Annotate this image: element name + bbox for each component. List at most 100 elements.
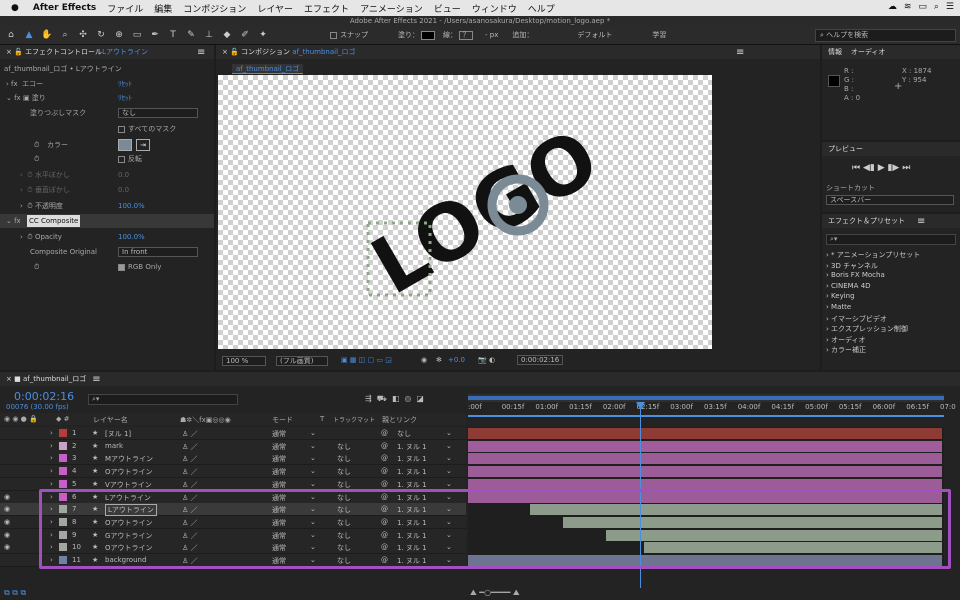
zoom-slider[interactable]: ⛰ ━○━━━━ ⛰ — [470, 588, 520, 598]
composite-original-dropdown[interactable]: In front — [118, 247, 198, 257]
stroke-swatch[interactable]: ？ — [459, 30, 473, 40]
v-feather-row[interactable]: › ⏱ 垂直ぼかし — [20, 184, 70, 196]
layer-duration-bar[interactable] — [468, 440, 942, 452]
cc-opacity-row[interactable]: › ⏱ Opacity — [20, 231, 62, 243]
chevron-right-icon[interactable]: › — [50, 480, 53, 488]
layer-switches[interactable]: ♙ ／ — [182, 454, 198, 464]
pickwhip-icon[interactable]: @ — [381, 429, 388, 437]
eye-icon[interactable]: ◉ — [4, 543, 10, 551]
menu-edit[interactable]: 編集 — [154, 2, 172, 15]
layer-row[interactable]: › 3 ★ Mアウトライン ♙ ／ 通常 ⌄ なし @1. ヌル 1 ⌄ — [0, 452, 466, 466]
preset-item[interactable]: › Matte — [826, 303, 851, 311]
close-icon[interactable]: × — [6, 48, 12, 56]
chevron-down-icon[interactable]: ⌄ — [446, 480, 452, 488]
color-management-icon[interactable]: ◉ — [421, 356, 427, 364]
lock-icon[interactable]: 🔓 — [14, 48, 23, 56]
hand-tool-icon[interactable]: ✋ — [40, 29, 54, 41]
pickwhip-icon[interactable]: @ — [381, 442, 388, 450]
preset-item[interactable]: › オーディオ — [826, 335, 866, 345]
timeline-switch-icons[interactable]: ⇶ ⛟ ◧ ⌾ ◪ — [365, 394, 424, 404]
stroke-width[interactable]: - px — [485, 31, 498, 39]
invert-stopwatch-icon[interactable]: ⏱ — [34, 153, 39, 165]
rect-tool-icon[interactable]: ▭ — [130, 29, 144, 41]
track-matte-value[interactable]: なし — [337, 442, 351, 452]
tab-effect-controls[interactable]: エフェクトコントロール — [25, 47, 102, 57]
chevron-down-icon[interactable]: ⌄ — [446, 467, 452, 475]
cc-opacity-value[interactable]: 100.0% — [118, 231, 145, 243]
preset-item[interactable]: › Boris FX Mocha — [826, 271, 885, 279]
label-color-swatch[interactable] — [59, 454, 67, 463]
menu-help[interactable]: ヘルプ — [528, 2, 555, 15]
eye-icon[interactable]: ◉ — [4, 518, 10, 526]
eye-icon[interactable]: ◉ — [4, 493, 10, 501]
playback-controls[interactable]: ⏮ ◀▮ ▶ ▮▶ ⏭ — [852, 162, 910, 174]
panel-menu-icon[interactable]: ≡ — [736, 47, 744, 58]
chevron-down-icon[interactable]: ⌄ — [310, 480, 316, 488]
orbit-tool-icon[interactable]: ✣ — [76, 29, 90, 41]
workspace-default[interactable]: デフォルト — [577, 30, 612, 40]
layer-name[interactable]: mark — [105, 442, 123, 450]
cloud-icon[interactable]: ☁ — [888, 2, 897, 12]
chevron-down-icon[interactable]: ⌄ — [446, 454, 452, 462]
control-center-icon[interactable]: ☰ — [946, 2, 954, 12]
close-icon[interactable]: × — [222, 48, 228, 56]
type-tool-icon[interactable]: T — [166, 29, 180, 41]
layer-switches[interactable]: ♙ ／ — [182, 429, 198, 439]
shortcut-dropdown[interactable]: スペースバー — [826, 195, 954, 205]
chevron-down-icon[interactable]: ⌄ — [310, 429, 316, 437]
add-label[interactable]: 追加： — [512, 30, 533, 40]
opacity-value[interactable]: 100.0% — [118, 200, 145, 212]
panel-menu-icon[interactable]: ≡ — [917, 216, 925, 227]
color-swatch[interactable] — [118, 139, 132, 151]
fill-reset[interactable]: ﾘｾｯﾄ — [118, 92, 132, 104]
parent-value[interactable]: 1. ヌル 1 — [397, 442, 427, 452]
layer-search-input[interactable]: ⌕▾ — [88, 394, 238, 405]
rgb-stopwatch-icon[interactable]: ⏱ — [34, 261, 39, 273]
preset-item[interactable]: › CINEMA 4D — [826, 282, 871, 290]
menu-composition[interactable]: コンポジション — [183, 2, 246, 15]
chevron-right-icon[interactable]: › — [50, 467, 53, 475]
preset-item[interactable]: › 3D チャンネル — [826, 261, 878, 271]
pickwhip-icon[interactable]: @ — [381, 480, 388, 488]
timeline-bottom-icons[interactable]: ⧉ ⧉ ⧉ — [4, 588, 26, 598]
layer-row[interactable]: › 4 ★ Oアウトライン ♙ ／ 通常 ⌄ なし @1. ヌル 1 ⌄ — [0, 465, 466, 479]
time-ruler[interactable]: :00f 00:15f 01:00f 01:15f 02:00f 02:15f 03:00f… — [468, 403, 956, 415]
layer-duration-bar[interactable] — [468, 466, 942, 478]
help-search-input[interactable]: ⌕ ヘルプを検索 — [815, 29, 956, 42]
v-feather-value[interactable]: 0.0 — [118, 184, 129, 196]
anchor-tool-icon[interactable]: ⊕ — [112, 29, 126, 41]
chevron-right-icon[interactable]: › — [50, 429, 53, 437]
current-time-display[interactable]: 0:00:02:16 — [517, 355, 564, 365]
rotate-tool-icon[interactable]: ↻ — [94, 29, 108, 41]
app-menu[interactable]: After Effects — [33, 3, 96, 13]
zoom-tool-icon[interactable]: ⌕ — [58, 29, 72, 41]
chevron-down-icon[interactable]: ⌄ — [310, 454, 316, 462]
preset-item[interactable]: › * アニメーションプリセット — [826, 250, 920, 260]
tab-preview[interactable]: プレビュー — [828, 144, 863, 154]
layer-row[interactable]: › 2 ★ mark ♙ ／ 通常 ⌄ なし @1. ヌル 1 ⌄ — [0, 439, 466, 453]
parent-value[interactable]: 1. ヌル 1 — [397, 454, 427, 464]
fx-icon[interactable]: ⌄ fx — [6, 215, 21, 227]
preset-item[interactable]: › エクスプレッション制御 — [826, 324, 908, 334]
layer-switches[interactable]: ♙ ／ — [182, 467, 198, 477]
echo-reset[interactable]: ﾘｾｯﾄ — [118, 78, 132, 90]
col-mode[interactable]: モード — [272, 415, 293, 425]
layer-duration-bar[interactable] — [468, 428, 942, 439]
tab-effects-presets[interactable]: エフェクト＆プリセット — [828, 216, 905, 226]
mode-value[interactable]: 通常 — [272, 467, 286, 477]
lock-icon[interactable]: ■ — [14, 375, 21, 383]
eye-icon[interactable]: ◉ — [4, 505, 10, 513]
effect-fill[interactable]: ⌄ fx ▣ 塗り — [6, 92, 46, 104]
track-matte-value[interactable]: なし — [337, 454, 351, 464]
selection-tool-icon[interactable]: ▲ — [22, 29, 36, 41]
menu-window[interactable]: ウィンドウ — [472, 2, 517, 15]
resolution-dropdown[interactable]: (フル画質) — [276, 356, 328, 366]
h-feather-value[interactable]: 0.0 — [118, 169, 129, 181]
tab-timeline[interactable]: af_thumbnail_ロゴ — [23, 374, 86, 384]
navigator-bar[interactable] — [468, 396, 944, 400]
panel-menu-icon[interactable]: ≡ — [92, 374, 100, 385]
fill-swatch[interactable] — [421, 30, 435, 40]
chevron-down-icon[interactable]: ⌄ — [310, 442, 316, 450]
tab-comp-name[interactable]: af_thumbnail_ロゴ — [292, 47, 355, 57]
label-color-swatch[interactable] — [59, 467, 67, 476]
